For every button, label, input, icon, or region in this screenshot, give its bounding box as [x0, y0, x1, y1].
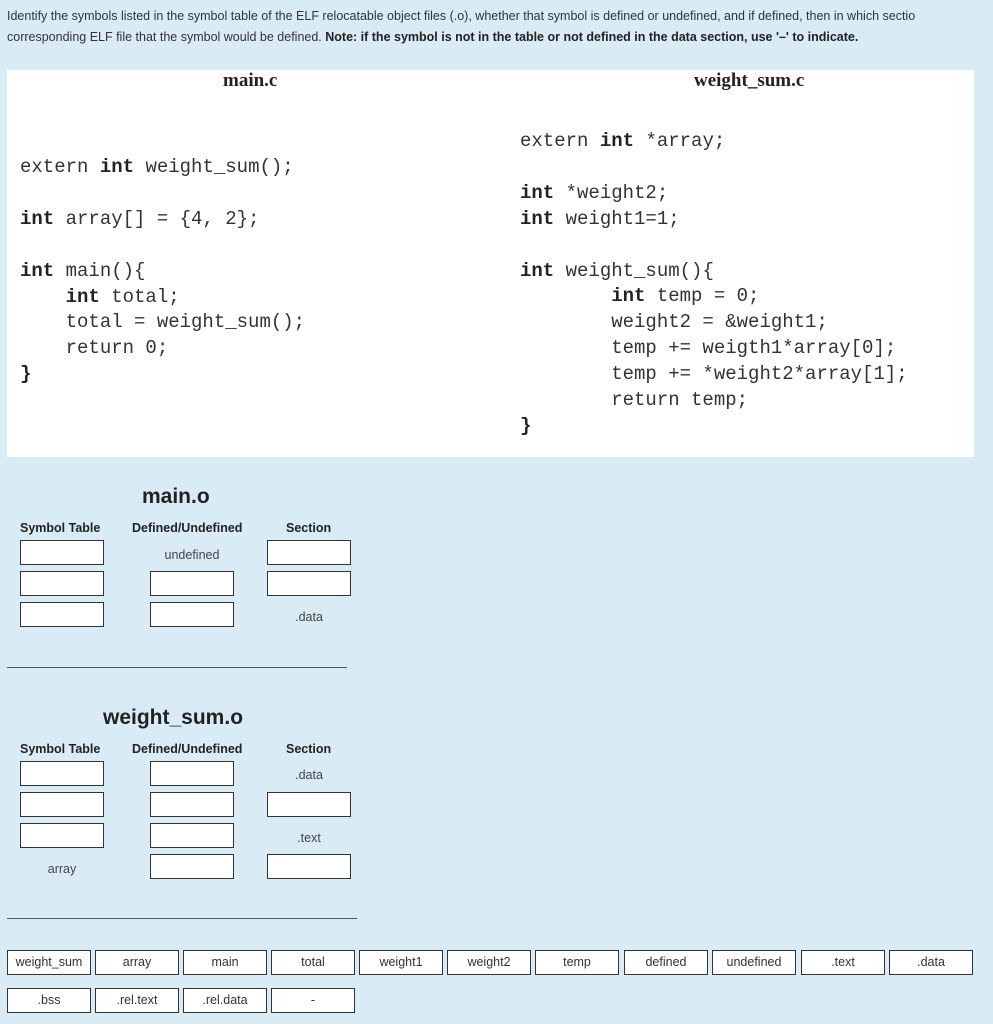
instructions-note: Note: if the symbol is not in the table …: [325, 30, 859, 44]
instructions-text: corresponding ELF file that the symbol w…: [7, 30, 326, 44]
answer-chip-weight1[interactable]: weight1: [359, 950, 443, 975]
weight-sum-o-section-header: Section: [286, 742, 332, 756]
main-o-row3-symbol-dropzone[interactable]: [20, 602, 104, 627]
answer-chip-main[interactable]: main: [183, 950, 267, 975]
code-panel: main.c weight_sum.c extern int weight_su…: [7, 70, 974, 457]
weight-sum-o-row2-symbol-dropzone[interactable]: [20, 792, 104, 817]
main-o-defined-header: Defined/Undefined: [132, 521, 243, 535]
weight-sum-o-row3-defined-dropzone[interactable]: [150, 823, 234, 848]
main-o-title: main.o: [142, 485, 210, 508]
answer-chip-dash[interactable]: -: [271, 988, 355, 1013]
weight-sum-o-row1-defined-dropzone[interactable]: [150, 761, 234, 786]
weight-sum-o-row4-section-dropzone[interactable]: [267, 854, 351, 879]
main-o-row2-section-dropzone[interactable]: [267, 571, 351, 596]
main-o-row3-section-value: .data: [295, 610, 323, 624]
answer-chip-defined[interactable]: defined: [624, 950, 708, 975]
main-o-symbol-header: Symbol Table: [20, 521, 101, 535]
instructions: Identify the symbols listed in the symbo…: [7, 6, 993, 48]
instructions-line-2: corresponding ELF file that the symbol w…: [7, 27, 993, 48]
weight-sum-o-title: weight_sum.o: [103, 706, 244, 729]
weight-sum-o-row2-section-dropzone[interactable]: [267, 792, 351, 817]
weight-sum-c-code: extern int *array; int *weight2; int wei…: [520, 130, 908, 437]
weight-sum-o-row1-section-value: .data: [295, 768, 323, 782]
answer-chip-text[interactable]: .text: [801, 950, 885, 975]
divider: [7, 667, 347, 668]
answer-chip-array[interactable]: array: [95, 950, 179, 975]
answer-chip-rel-text[interactable]: .rel.text: [95, 988, 179, 1013]
main-o-row2-symbol-dropzone[interactable]: [20, 571, 104, 596]
main-o-row1-symbol-dropzone[interactable]: [20, 540, 104, 565]
weight-sum-o-row1-symbol-dropzone[interactable]: [20, 761, 104, 786]
divider: [7, 918, 357, 919]
main-o-row3-defined-dropzone[interactable]: [150, 602, 234, 627]
answer-chip-rel-data[interactable]: .rel.data: [183, 988, 267, 1013]
answer-chip-bss[interactable]: .bss: [7, 988, 91, 1013]
weight-sum-o-row3-symbol-dropzone[interactable]: [20, 823, 104, 848]
main-c-title: main.c: [223, 70, 278, 91]
main-o-section-header: Section: [286, 521, 332, 535]
weight-sum-o-row3-section-value: .text: [297, 831, 321, 845]
main-o-row1-section-dropzone[interactable]: [267, 540, 351, 565]
weight-sum-o-defined-header: Defined/Undefined: [132, 742, 243, 756]
weight-sum-o-symbol-header: Symbol Table: [20, 742, 101, 756]
weight-sum-o-row4-symbol-value: array: [47, 862, 77, 876]
main-o-row2-defined-dropzone[interactable]: [150, 571, 234, 596]
weight-sum-o-row4-defined-dropzone[interactable]: [150, 854, 234, 879]
main-c-code: extern int weight_sum(); int array[] = {…: [20, 156, 306, 386]
answer-chip-temp[interactable]: temp: [535, 950, 619, 975]
answer-chip-weight-sum[interactable]: weight_sum: [7, 950, 91, 975]
answer-chip-weight2[interactable]: weight2: [447, 950, 531, 975]
answer-chip-undefined[interactable]: undefined: [712, 950, 796, 975]
answer-chip-data[interactable]: .data: [889, 950, 973, 975]
answer-chip-total[interactable]: total: [271, 950, 355, 975]
main-o-row1-defined-value: undefined: [164, 548, 220, 562]
instructions-line-1: Identify the symbols listed in the symbo…: [7, 9, 916, 23]
weight-sum-c-title: weight_sum.c: [694, 70, 805, 91]
weight-sum-o-row2-defined-dropzone[interactable]: [150, 792, 234, 817]
